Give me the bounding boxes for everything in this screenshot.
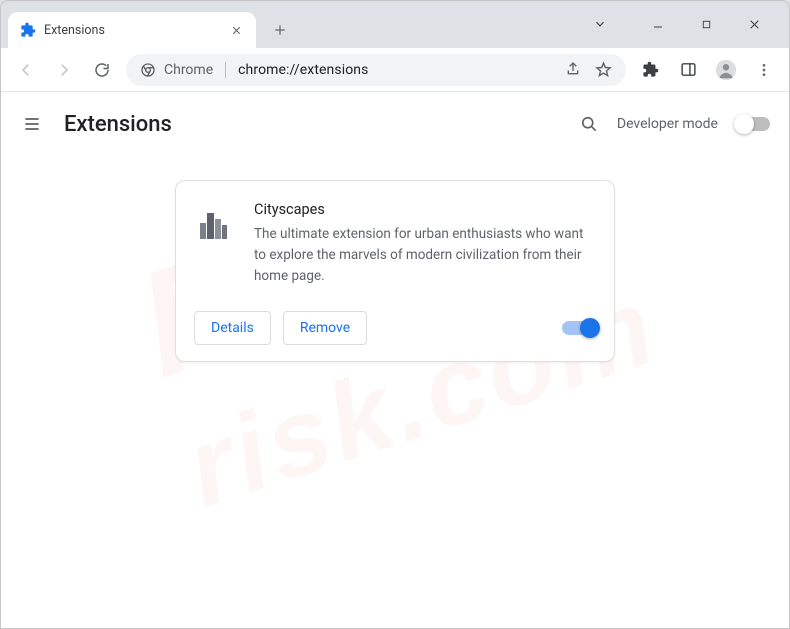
profile-avatar-icon[interactable] [712,56,740,84]
chevron-down-icon[interactable] [588,12,612,36]
browser-toolbar: Chrome chrome://extensions [0,48,790,92]
content-area: Cityscapes The ultimate extension for ur… [0,156,790,362]
search-icon[interactable] [579,114,599,134]
new-tab-button[interactable] [266,16,294,44]
chrome-logo-icon [140,62,156,78]
menu-icon[interactable] [20,112,44,136]
developer-mode-label: Developer mode [617,116,718,132]
address-bar[interactable]: Chrome chrome://extensions [126,54,626,86]
extension-app-icon [194,203,234,243]
page-title: Extensions [64,112,172,137]
extension-enable-toggle[interactable] [562,321,596,335]
separator [225,62,226,78]
omnibox-origin: Chrome [164,62,213,78]
omnibox-url: chrome://extensions [238,62,368,78]
extension-card: Cityscapes The ultimate extension for ur… [175,180,615,362]
developer-mode-toggle[interactable] [736,117,770,131]
maximize-window-icon[interactable] [694,12,718,36]
back-button[interactable] [12,56,40,84]
reload-button[interactable] [88,56,116,84]
minimize-window-icon[interactable] [646,12,670,36]
bookmark-star-icon[interactable] [595,61,612,78]
page-header: Extensions Developer mode [0,92,790,156]
forward-button[interactable] [50,56,78,84]
close-tab-icon[interactable] [228,22,244,38]
tab-title: Extensions [44,23,220,38]
remove-button[interactable]: Remove [283,311,367,345]
close-window-icon[interactable] [742,12,766,36]
titlebar: Extensions [0,0,790,48]
browser-tab[interactable]: Extensions [8,12,256,48]
extension-name: Cityscapes [254,201,596,218]
side-panel-icon[interactable] [674,56,702,84]
extension-description: The ultimate extension for urban enthusi… [254,224,596,287]
share-icon[interactable] [565,61,581,78]
kebab-menu-icon[interactable] [750,56,778,84]
extensions-icon[interactable] [636,56,664,84]
extension-puzzle-icon [20,22,36,38]
details-button[interactable]: Details [194,311,271,345]
